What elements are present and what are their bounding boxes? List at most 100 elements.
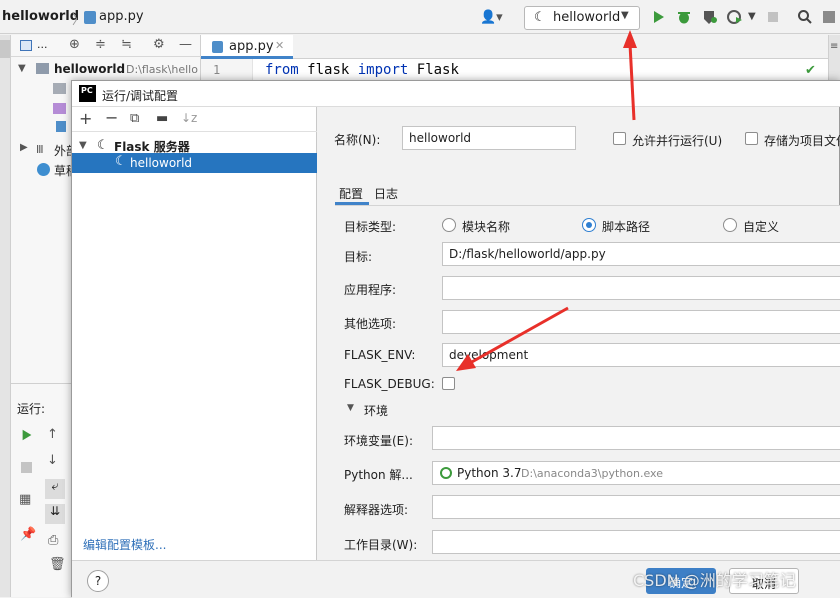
help-button[interactable]: ? <box>87 570 109 592</box>
minimize-icon[interactable]: — <box>179 37 192 52</box>
layout-icon[interactable]: ▦ <box>19 492 31 507</box>
code-keyword: import <box>357 62 409 78</box>
project-tool-tab[interactable] <box>0 40 10 58</box>
edit-templates-link[interactable]: 编辑配置模板... <box>83 536 166 553</box>
python-path: D:\anaconda3\python.exe <box>521 467 664 480</box>
logo-icon[interactable] <box>821 9 837 25</box>
target-type-label: 目标类型: <box>344 220 397 234</box>
code-line[interactable]: from flask import Flask <box>265 62 459 78</box>
project-view-dropdown[interactable]: ... <box>37 38 48 51</box>
store-as-file-checkbox[interactable] <box>745 132 758 145</box>
breadcrumb-file[interactable]: app.py <box>99 9 144 24</box>
run-configuration-selector[interactable]: ☾ helloworld ▼ <box>524 6 640 30</box>
code-module: flask <box>307 62 350 78</box>
python-interpreter-label: Python 解... <box>344 468 413 482</box>
editor-tabs: app.py ✕ <box>201 35 828 59</box>
interpreter-options-label: 解释器选项: <box>344 503 409 517</box>
config-tree-toolbar: + − ⧉ ▬ ↓z <box>72 107 317 132</box>
python-version: Python 3.7 <box>457 466 522 480</box>
scroll-to-end-icon[interactable]: ⇊ <box>45 504 65 524</box>
gear-icon[interactable]: ⚙ <box>153 37 165 52</box>
soft-wrap-icon[interactable]: ⤶ <box>45 479 65 499</box>
python-file-icon <box>212 41 223 53</box>
profile-icon[interactable] <box>727 9 743 25</box>
radio-script-path-label: 脚本路径 <box>602 220 651 234</box>
code-keyword: from <box>265 62 299 78</box>
radio-custom-label: 自定义 <box>743 220 780 234</box>
name-input[interactable]: helloworld <box>402 126 576 150</box>
user-icon[interactable]: 👤▾ <box>480 10 503 25</box>
flask-env-input[interactable]: development <box>442 343 840 367</box>
arrow-up-icon[interactable]: ↑ <box>47 427 58 442</box>
dialog-title-bar: PC 运行/调试配置 <box>72 81 840 107</box>
print-icon[interactable]: ⎙ <box>48 533 58 548</box>
trash-icon[interactable]: 🗑 <box>49 557 66 572</box>
stop-icon[interactable] <box>21 462 32 473</box>
remove-icon[interactable]: − <box>105 108 118 127</box>
run-panel-label: 运行: <box>17 402 46 416</box>
debug-icon[interactable] <box>676 9 692 25</box>
breadcrumb-project[interactable]: helloworld <box>2 9 79 24</box>
allow-parallel-checkbox[interactable] <box>613 132 626 145</box>
arrow-down-icon[interactable]: ↓ <box>47 453 58 468</box>
python-interpreter-select[interactable]: Python 3.7 D:\anaconda3\python.exe <box>432 461 840 485</box>
chevron-right-icon[interactable]: ▶ <box>20 142 28 153</box>
dialog-title: 运行/调试配置 <box>102 89 179 103</box>
close-icon[interactable]: ✕ <box>275 39 284 52</box>
copy-icon[interactable]: ⧉ <box>130 111 139 126</box>
folder-icon <box>53 103 66 114</box>
flask-debug-label: FLASK_DEBUG: <box>344 377 435 391</box>
main-toolbar: helloworld 〉 app.py 👤▾ ☾ helloworld ▼ ▼ <box>0 0 840 34</box>
sort-icon[interactable]: ↓z <box>181 111 197 125</box>
library-icon: Ⅲ <box>36 143 44 156</box>
environment-section-header[interactable]: 环境 <box>364 402 388 419</box>
expand-all-icon[interactable]: ≑ <box>95 37 106 52</box>
add-icon[interactable]: + <box>79 109 92 128</box>
env-vars-label: 环境变量(E): <box>344 434 413 448</box>
tab-logs[interactable]: 日志 <box>374 185 398 202</box>
other-options-input[interactable] <box>442 310 840 334</box>
flask-debug-checkbox[interactable] <box>442 377 455 390</box>
env-vars-input[interactable] <box>432 426 840 450</box>
tab-config[interactable]: 配置 <box>339 185 363 202</box>
flask-icon: ☾ <box>97 138 109 153</box>
pin-icon[interactable]: 📌 <box>20 527 36 542</box>
radio-custom[interactable] <box>723 218 737 232</box>
project-view-icon[interactable] <box>20 40 32 51</box>
chevron-down-icon[interactable]: ▼ <box>79 140 87 151</box>
other-options-label: 其他选项: <box>344 317 397 331</box>
folder-add-icon[interactable]: ▬ <box>156 111 168 126</box>
chevron-down-icon[interactable]: ▼ <box>347 403 354 413</box>
radio-module-name[interactable] <box>442 218 456 232</box>
stop-icon[interactable] <box>765 9 781 25</box>
left-tool-strip <box>0 35 11 597</box>
coverage-icon[interactable] <box>702 9 718 25</box>
python-file-icon <box>84 11 96 24</box>
search-icon[interactable] <box>797 9 813 25</box>
database-icon[interactable]: ≡ <box>830 41 838 52</box>
config-tree-panel: + − ⧉ ▬ ↓z ▼ ☾ Flask 服务器 ☾ helloworld 编辑… <box>72 107 317 560</box>
project-root-name[interactable]: helloworld <box>54 62 125 76</box>
target-input[interactable]: D:/flask/helloworld/app.py <box>442 242 840 266</box>
chevron-down-icon[interactable]: ▼ <box>18 63 26 74</box>
working-dir-label: 工作目录(W): <box>344 538 418 552</box>
interpreter-options-input[interactable] <box>432 495 840 519</box>
code-class: Flask <box>416 62 459 78</box>
run-icon[interactable] <box>651 9 667 25</box>
tab-app-py[interactable]: app.py ✕ <box>201 35 293 59</box>
application-input[interactable] <box>442 276 840 300</box>
flask-icon: ☾ <box>534 10 546 25</box>
store-as-file-label: 存储为项目文件 <box>764 134 840 148</box>
radio-script-path[interactable] <box>582 218 596 232</box>
target-label: 目标: <box>344 250 373 264</box>
collapse-all-icon[interactable]: ≒ <box>121 37 132 52</box>
tree-item-selected[interactable]: ☾ helloworld <box>72 153 317 173</box>
run-config-label: helloworld <box>553 10 621 25</box>
folder-icon <box>36 63 49 74</box>
rerun-icon[interactable] <box>20 428 34 442</box>
locate-icon[interactable]: ⊕ <box>69 37 80 52</box>
chevron-down-icon: ▼ <box>621 10 629 21</box>
chevron-down-icon[interactable]: ▼ <box>748 11 756 22</box>
python-file-icon <box>56 121 66 132</box>
working-dir-input[interactable] <box>432 530 840 554</box>
